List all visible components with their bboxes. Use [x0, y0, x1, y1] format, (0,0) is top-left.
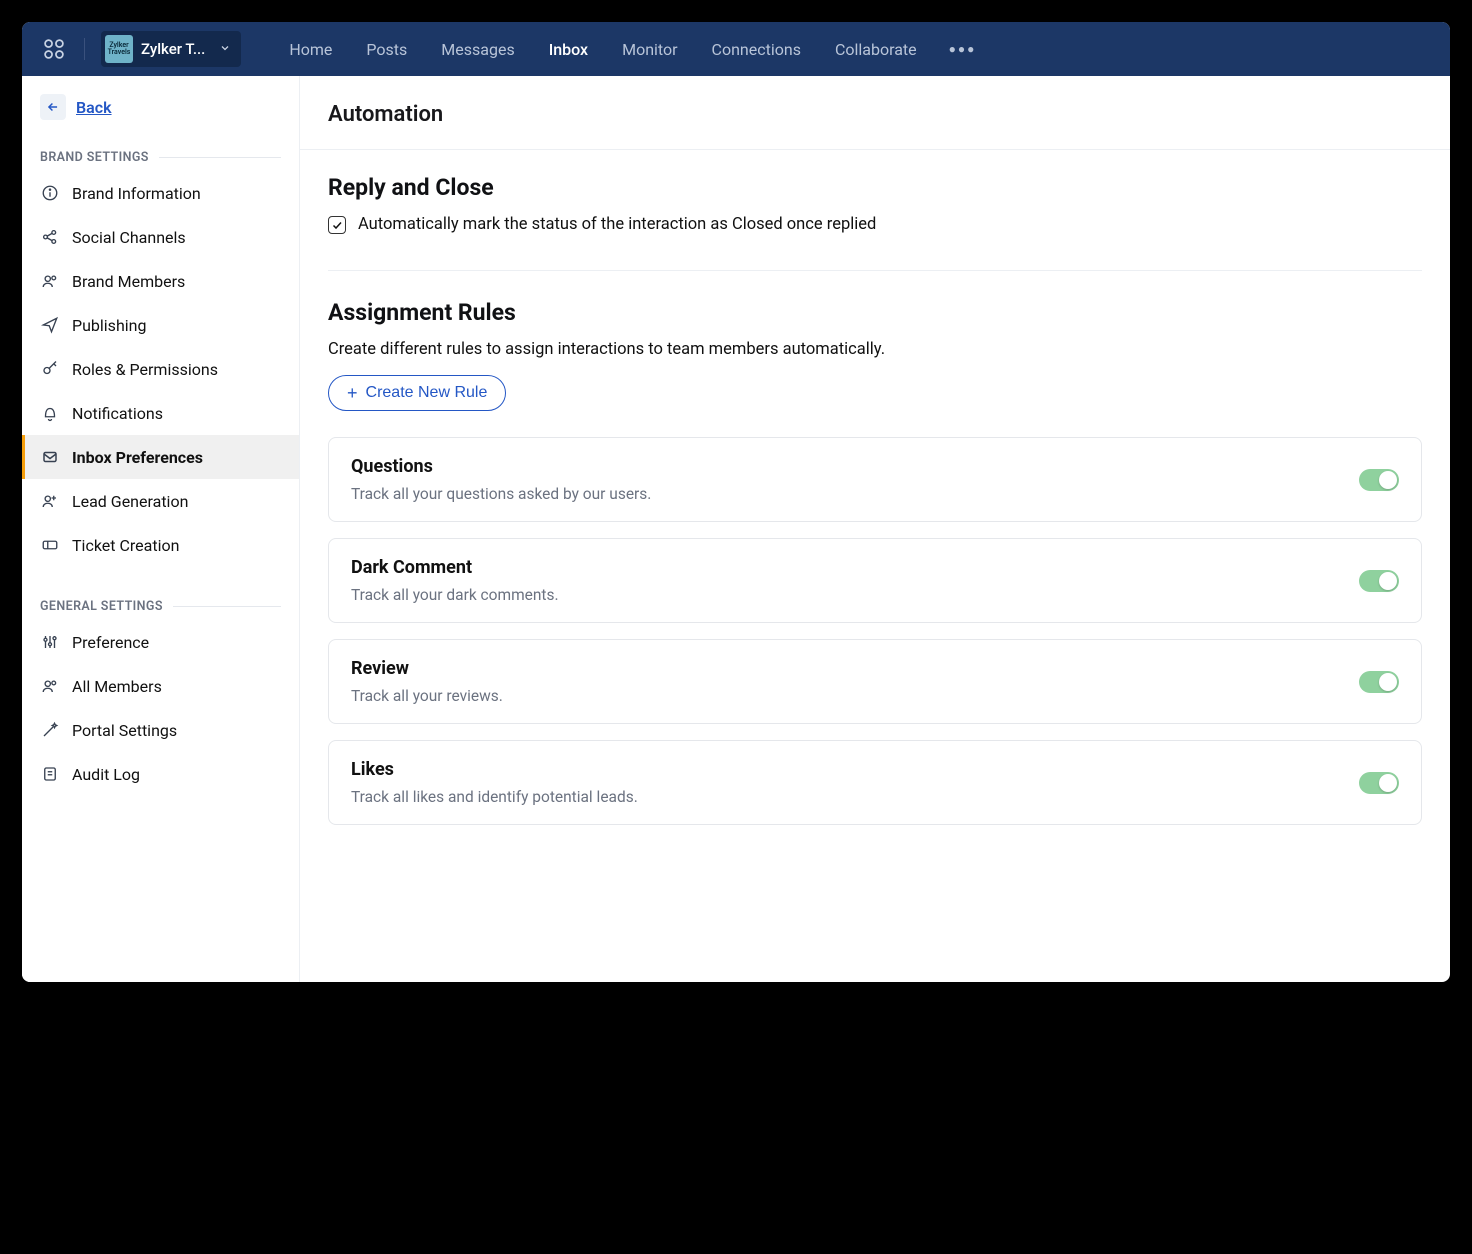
sidebar-item-label: Brand Members: [72, 272, 185, 291]
brand-thumbnail-icon: ZylkerTravels: [105, 35, 133, 63]
nav-home[interactable]: Home: [289, 40, 332, 59]
sidebar-item-portal-settings[interactable]: Portal Settings: [22, 708, 299, 752]
rule-card-desc: Track all your questions asked by our us…: [351, 485, 651, 503]
rule-toggle-review[interactable]: [1359, 671, 1399, 693]
sidebar-item-brand-members[interactable]: Brand Members: [22, 259, 299, 303]
rule-toggle-dark-comment[interactable]: [1359, 570, 1399, 592]
main-content: Automation Reply and Close Automatically…: [300, 76, 1450, 982]
rule-card-questions: Questions Track all your questions asked…: [328, 437, 1422, 522]
ticket-icon: [40, 535, 60, 555]
sidebar-item-label: Roles & Permissions: [72, 360, 218, 379]
bell-icon: [40, 403, 60, 423]
back-button[interactable]: [40, 94, 66, 120]
users-icon: [40, 271, 60, 291]
rule-toggle-questions[interactable]: [1359, 469, 1399, 491]
assignment-rules-heading: Assignment Rules: [328, 299, 1422, 326]
rule-card-review: Review Track all your reviews.: [328, 639, 1422, 724]
sidebar-item-label: Lead Generation: [72, 492, 188, 511]
rule-toggle-likes[interactable]: [1359, 772, 1399, 794]
rule-card-likes: Likes Track all likes and identify poten…: [328, 740, 1422, 825]
sidebar-item-label: Publishing: [72, 316, 146, 335]
top-nav: Home Posts Messages Inbox Monitor Connec…: [289, 40, 916, 59]
sidebar: Back BRAND SETTINGS Brand Information So…: [22, 76, 300, 982]
sidebar-item-social-channels[interactable]: Social Channels: [22, 215, 299, 259]
create-new-rule-label: Create New Rule: [366, 384, 488, 402]
rule-card-title: Review: [351, 658, 503, 679]
nav-messages[interactable]: Messages: [441, 40, 514, 59]
app-frame: ZylkerTravels Zylker T... Home Posts Mes…: [22, 22, 1450, 982]
sidebar-item-notifications[interactable]: Notifications: [22, 391, 299, 435]
wand-icon: [40, 720, 60, 740]
sliders-icon: [40, 632, 60, 652]
rule-card-title: Dark Comment: [351, 557, 559, 578]
users-icon: [40, 676, 60, 696]
chevron-down-icon: [219, 40, 231, 58]
page-title: Automation: [300, 76, 1450, 150]
leads-icon: [40, 491, 60, 511]
sidebar-item-inbox-preferences[interactable]: Inbox Preferences: [22, 435, 299, 479]
nav-monitor[interactable]: Monitor: [622, 40, 677, 59]
rule-card-dark-comment: Dark Comment Track all your dark comment…: [328, 538, 1422, 623]
reply-close-heading: Reply and Close: [328, 174, 1422, 201]
sidebar-item-all-members[interactable]: All Members: [22, 664, 299, 708]
rule-card-desc: Track all your reviews.: [351, 687, 503, 705]
section-general-label: GENERAL SETTINGS: [40, 599, 163, 614]
assignment-rules-desc: Create different rules to assign interac…: [328, 340, 1422, 359]
sidebar-item-label: Brand Information: [72, 184, 201, 203]
create-new-rule-button[interactable]: + Create New Rule: [328, 375, 506, 411]
sidebar-item-label: Social Channels: [72, 228, 186, 247]
rule-card-title: Likes: [351, 759, 638, 780]
nav-collaborate[interactable]: Collaborate: [835, 40, 917, 59]
topbar: ZylkerTravels Zylker T... Home Posts Mes…: [22, 22, 1450, 76]
mail-icon: [40, 447, 60, 467]
app-logo-icon: [40, 35, 68, 63]
rule-card-desc: Track all your dark comments.: [351, 586, 559, 604]
sidebar-item-label: Audit Log: [72, 765, 140, 784]
send-icon: [40, 315, 60, 335]
rule-card-desc: Track all likes and identify potential l…: [351, 788, 638, 806]
section-general-settings: GENERAL SETTINGS: [22, 585, 299, 620]
sidebar-item-label: All Members: [72, 677, 162, 696]
nav-posts[interactable]: Posts: [366, 40, 407, 59]
sidebar-item-ticket-creation[interactable]: Ticket Creation: [22, 523, 299, 567]
section-brand-label: BRAND SETTINGS: [40, 150, 149, 165]
sidebar-item-preference[interactable]: Preference: [22, 620, 299, 664]
sidebar-item-label: Preference: [72, 633, 149, 652]
sidebar-item-publishing[interactable]: Publishing: [22, 303, 299, 347]
share-icon: [40, 227, 60, 247]
rule-card-title: Questions: [351, 456, 651, 477]
separator: [84, 38, 85, 60]
info-icon: [40, 183, 60, 203]
brand-switcher[interactable]: ZylkerTravels Zylker T...: [101, 31, 241, 67]
reply-close-text: Automatically mark the status of the int…: [358, 215, 876, 234]
sidebar-item-brand-information[interactable]: Brand Information: [22, 171, 299, 215]
more-menu-icon[interactable]: ●●●: [949, 42, 977, 56]
sidebar-item-lead-generation[interactable]: Lead Generation: [22, 479, 299, 523]
log-icon: [40, 764, 60, 784]
reply-close-checkbox[interactable]: [328, 216, 346, 234]
plus-icon: +: [347, 384, 358, 402]
nav-inbox[interactable]: Inbox: [549, 40, 588, 59]
divider: [328, 270, 1422, 271]
brand-name: Zylker T...: [141, 40, 205, 58]
sidebar-item-roles-permissions[interactable]: Roles & Permissions: [22, 347, 299, 391]
sidebar-item-label: Inbox Preferences: [72, 448, 203, 467]
sidebar-item-label: Ticket Creation: [72, 536, 179, 555]
back-link[interactable]: Back: [76, 98, 112, 117]
sidebar-item-label: Notifications: [72, 404, 163, 423]
key-icon: [40, 359, 60, 379]
section-brand-settings: BRAND SETTINGS: [22, 136, 299, 171]
sidebar-item-label: Portal Settings: [72, 721, 177, 740]
nav-connections[interactable]: Connections: [712, 40, 801, 59]
sidebar-item-audit-log[interactable]: Audit Log: [22, 752, 299, 796]
